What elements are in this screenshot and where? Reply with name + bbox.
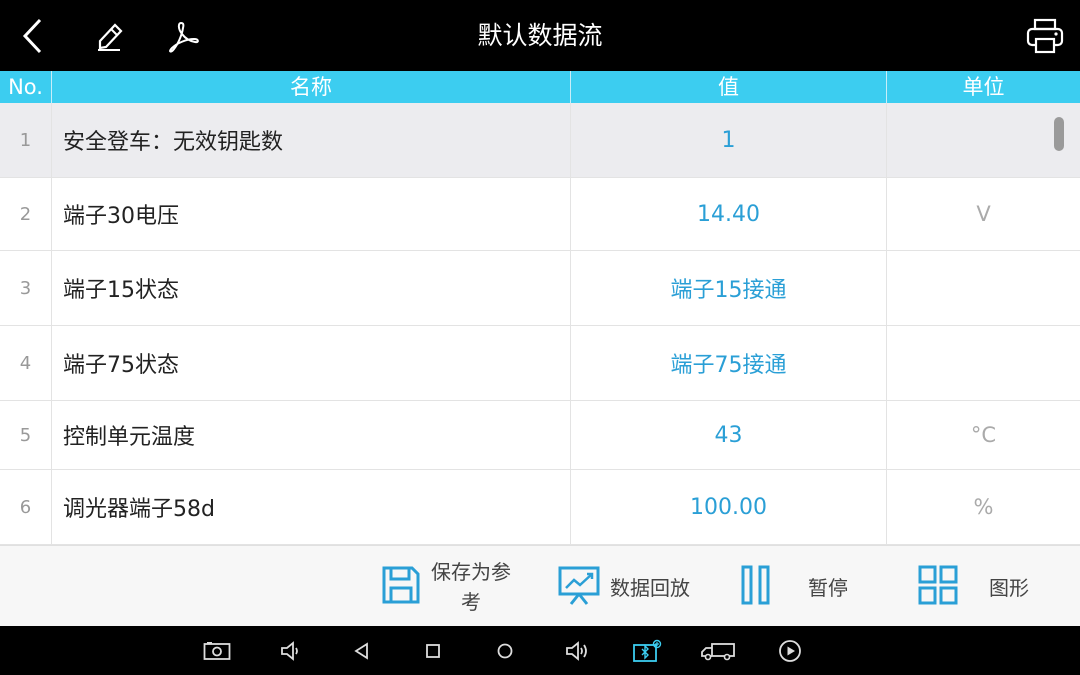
graph-label: 图形 bbox=[989, 576, 1029, 600]
print-icon[interactable] bbox=[1020, 0, 1070, 71]
row-unit: °C bbox=[970, 423, 997, 447]
column-header-unit: 单位 bbox=[962, 75, 1005, 99]
save-as-reference-button[interactable]: 保存为参 考 bbox=[380, 546, 530, 627]
row-name: 端子75状态 bbox=[52, 326, 571, 400]
truck-icon[interactable] bbox=[698, 626, 738, 675]
nav-home-icon[interactable] bbox=[485, 626, 525, 675]
row-unit bbox=[887, 103, 1080, 177]
row-name: 端子15状态 bbox=[52, 251, 571, 325]
scrollbar-thumb[interactable] bbox=[1054, 117, 1064, 151]
volume-down-icon[interactable] bbox=[270, 626, 310, 675]
row-unit: V bbox=[976, 202, 991, 226]
row-number: 4 bbox=[0, 326, 52, 400]
table-row[interactable]: 1 安全登车：无效钥匙数 1 bbox=[0, 103, 1080, 178]
row-number: 5 bbox=[0, 401, 52, 469]
table-header: No. 名称 值 单位 bbox=[0, 71, 1080, 103]
row-name: 控制单元温度 bbox=[52, 401, 571, 469]
data-playback-button[interactable]: 数据回放 bbox=[558, 546, 708, 627]
row-value: 1 bbox=[571, 103, 887, 177]
row-unit bbox=[887, 326, 1080, 400]
pause-label: 暂停 bbox=[808, 576, 848, 600]
row-number: 6 bbox=[0, 470, 52, 544]
save-icon bbox=[380, 564, 422, 610]
pause-icon bbox=[740, 564, 772, 610]
screenshot-icon[interactable] bbox=[197, 626, 237, 675]
table-row[interactable]: 5 控制单元温度 43 °C bbox=[0, 401, 1080, 470]
save-label-line2: 考 bbox=[461, 589, 481, 614]
graph-button[interactable]: 图形 bbox=[917, 546, 1047, 627]
row-unit: % bbox=[973, 495, 994, 519]
table-row[interactable]: 6 调光器端子58d 100.00 % bbox=[0, 470, 1080, 545]
nav-back-icon[interactable] bbox=[342, 626, 382, 675]
table-row[interactable]: 2 端子30电压 14.40 V bbox=[0, 178, 1080, 251]
column-header-no: No. bbox=[0, 71, 52, 103]
nav-recents-icon[interactable] bbox=[413, 626, 453, 675]
back-icon[interactable] bbox=[10, 0, 56, 71]
row-number: 3 bbox=[0, 251, 52, 325]
save-as-reference-label: 保存为参 考 bbox=[426, 557, 516, 617]
play-circle-icon[interactable] bbox=[770, 626, 810, 675]
volume-up-icon[interactable] bbox=[557, 626, 597, 675]
column-header-value: 值 bbox=[571, 71, 887, 103]
playback-chart-icon bbox=[558, 564, 600, 610]
data-stream-table[interactable]: 1 安全登车：无效钥匙数 1 2 端子30电压 14.40 V 3 端子15状态… bbox=[0, 103, 1080, 545]
page-title: 默认数据流 bbox=[477, 21, 603, 50]
row-value: 14.40 bbox=[571, 178, 887, 250]
row-number: 1 bbox=[0, 103, 52, 177]
system-nav-bar bbox=[0, 626, 1080, 675]
top-bar: 默认数据流 bbox=[0, 0, 1080, 71]
pencil-icon[interactable] bbox=[86, 0, 132, 71]
row-value: 100.00 bbox=[571, 470, 887, 544]
row-name: 调光器端子58d bbox=[52, 470, 571, 544]
table-row[interactable]: 3 端子15状态 端子15接通 bbox=[0, 251, 1080, 326]
table-row[interactable]: 4 端子75状态 端子75接通 bbox=[0, 326, 1080, 401]
pdf-icon[interactable] bbox=[160, 0, 206, 71]
column-header-name: 名称 bbox=[52, 71, 571, 103]
row-name: 安全登车：无效钥匙数 bbox=[52, 103, 571, 177]
row-unit bbox=[887, 251, 1080, 325]
vci-bluetooth-icon[interactable] bbox=[627, 626, 667, 675]
data-playback-label: 数据回放 bbox=[610, 576, 690, 600]
row-name: 端子30电压 bbox=[52, 178, 571, 250]
bottom-toolbar: 保存为参 考 数据回放 暂停 图形 bbox=[0, 545, 1080, 626]
row-value: 43 bbox=[571, 401, 887, 469]
row-number: 2 bbox=[0, 178, 52, 250]
pause-button[interactable]: 暂停 bbox=[740, 546, 860, 627]
row-value: 端子75接通 bbox=[571, 326, 887, 400]
row-value: 端子15接通 bbox=[571, 251, 887, 325]
save-label-line1: 保存为参 bbox=[431, 559, 511, 584]
grid-icon bbox=[917, 564, 959, 610]
